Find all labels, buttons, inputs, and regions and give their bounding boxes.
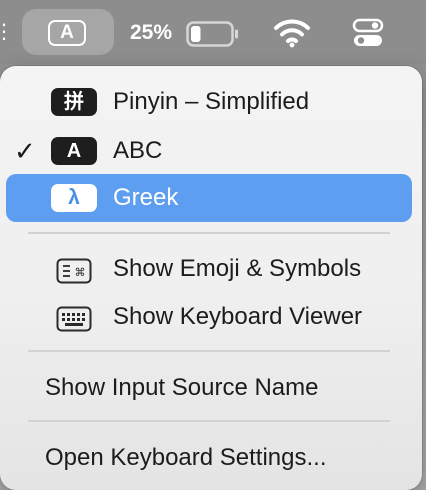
battery-percentage[interactable]: 25% (130, 20, 172, 46)
menu-item-label: Show Emoji & Symbols (113, 255, 362, 282)
menu-separator (28, 350, 390, 352)
menu-item-label: Greek (113, 184, 179, 211)
menu-item-label: ABC (113, 137, 163, 164)
abc-badge-icon: A (51, 137, 97, 165)
control-center-icon[interactable] (352, 17, 384, 49)
battery-level-fill (191, 26, 201, 42)
menu-bar-edge-glyph: ⋮ (0, 21, 14, 43)
menu-item-label: Show Keyboard Viewer (113, 303, 363, 330)
menu-item-show-emoji-symbols[interactable]: ⌘ Show Emoji & Symbols (6, 245, 412, 293)
checkmark-icon: ✓ (14, 136, 36, 166)
menu-item-greek[interactable]: λ Greek (6, 174, 412, 222)
menu-item-pinyin-simplified[interactable]: 拼 Pinyin – Simplified (6, 78, 412, 126)
menu-separator (28, 232, 390, 234)
menu-item-show-input-source-name[interactable]: Show Input Source Name (45, 374, 318, 402)
menu-item-label: Pinyin – Simplified (113, 88, 310, 115)
input-source-menu: 拼 Pinyin – Simplified ✓ A ABC λ Greek ⌘ … (0, 66, 422, 490)
menu-item-show-keyboard-viewer[interactable]: Show Keyboard Viewer (6, 293, 412, 341)
input-source-icon[interactable]: A (48, 20, 86, 46)
wifi-icon[interactable] (274, 18, 310, 48)
greek-badge-icon: λ (51, 184, 97, 212)
battery-icon[interactable] (186, 21, 240, 47)
menu-separator (28, 420, 390, 422)
svg-text:⌘: ⌘ (75, 266, 86, 279)
menu-item-abc[interactable]: ✓ A ABC (6, 127, 412, 175)
menu-item-open-keyboard-settings[interactable]: Open Keyboard Settings... (45, 444, 327, 472)
menu-bar: ⋮ A 25% (0, 0, 426, 64)
pinyin-badge-icon: 拼 (51, 88, 97, 116)
emoji-symbols-icon: ⌘ (56, 258, 92, 284)
keyboard-viewer-icon (56, 306, 92, 332)
